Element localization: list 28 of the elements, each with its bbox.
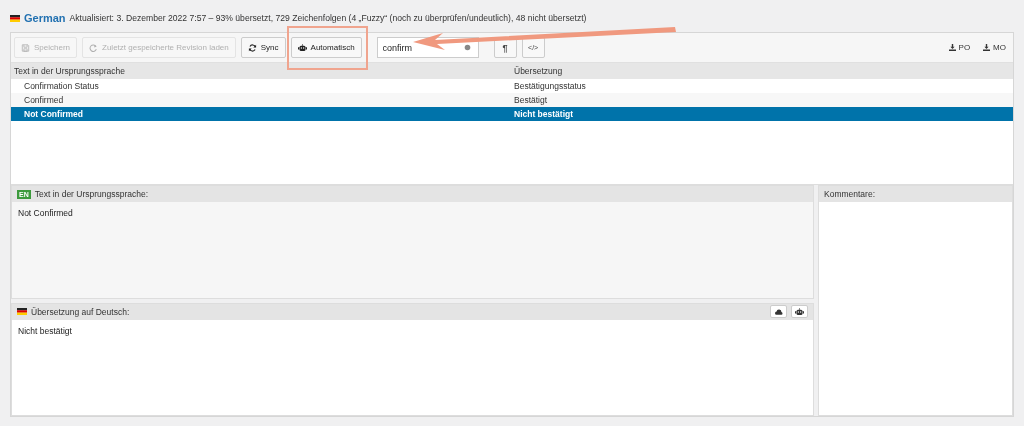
- robot-button[interactable]: [791, 305, 808, 318]
- column-header: Übersetzung: [514, 66, 564, 76]
- panel-title: Text in der Ursprungssprache:: [34, 189, 149, 199]
- download-button[interactable]: MO: [979, 43, 1010, 52]
- sync-icon: [247, 43, 257, 52]
- clear-icon: [463, 44, 471, 51]
- status-text: Aktualisiert: 3. Dezember 2022 7:57 – 93% übersetzt, 729 Zeichenfolgen (4 „Fuzzy“ (noch zu überprüfen/undeutlich), 48 nicht übersetzt): [69, 13, 587, 23]
- string-row[interactable]: Confirmed Bestätigt: [11, 93, 1013, 107]
- column-header: Text in der Ursprungssprache: [13, 66, 127, 76]
- auto-translate-button[interactable]: Automatisch: [290, 37, 362, 58]
- panel-title: Übersetzung auf Deutsch:: [31, 306, 130, 317]
- flag-icon: [10, 14, 20, 22]
- download-icon: [948, 44, 956, 51]
- flag-icon: [17, 308, 27, 315]
- download-icon: [983, 44, 991, 51]
- language-link[interactable]: German: [24, 12, 66, 24]
- undo-icon: [89, 43, 99, 52]
- floppy-icon: [21, 43, 30, 52]
- robot-icon: [297, 43, 307, 52]
- robot-icon: [795, 307, 804, 316]
- cloud-button[interactable]: [770, 305, 787, 318]
- translation-field[interactable]: Nicht bestätigt: [12, 319, 813, 415]
- panel-title: Kommentare:: [824, 189, 876, 199]
- cloud-icon: [774, 308, 783, 315]
- string-row[interactable]: Not Confirmed Nicht bestätigt: [11, 107, 1013, 121]
- sync-button[interactable]: Sync: [240, 37, 286, 58]
- download-button[interactable]: PO: [944, 43, 975, 52]
- source-text: Not Confirmed: [17, 207, 74, 220]
